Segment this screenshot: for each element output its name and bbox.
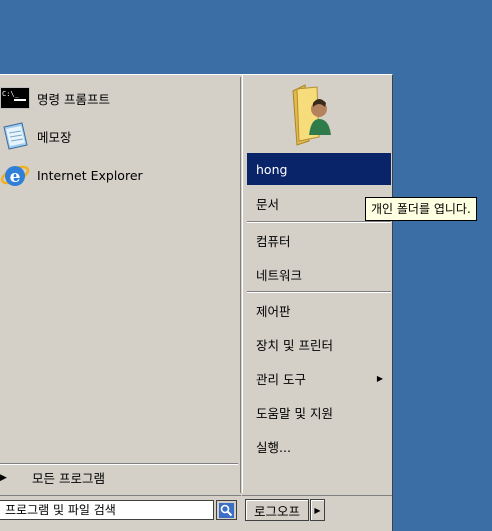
- triangle-right-icon: ▶: [314, 505, 321, 515]
- item-label: 장치 및 프린터: [256, 337, 333, 353]
- program-label: 명령 프롬프트: [37, 91, 110, 107]
- help-support-item[interactable]: 도움말 및 지원: [247, 396, 391, 428]
- network-item[interactable]: 네트워크: [247, 258, 391, 290]
- user-folder-item[interactable]: hong: [247, 153, 391, 185]
- search-row: 프로그램 및 파일 검색: [0, 495, 241, 531]
- admin-tools-item[interactable]: 관리 도구 ▶: [247, 362, 391, 394]
- search-button[interactable]: [216, 500, 237, 520]
- pane-divider: [240, 77, 241, 493]
- program-label: 메모장: [37, 129, 72, 145]
- search-input[interactable]: 프로그램 및 파일 검색: [0, 500, 214, 520]
- internet-explorer-icon: e: [0, 160, 30, 190]
- program-internet-explorer[interactable]: e Internet Explorer: [0, 158, 238, 192]
- command-prompt-icon: C:\_: [0, 83, 30, 113]
- program-label: Internet Explorer: [37, 167, 143, 183]
- svg-text:C:\_: C:\_: [2, 90, 20, 98]
- user-name-label: hong: [256, 161, 288, 177]
- program-command-prompt[interactable]: C:\_ 명령 프롬프트: [0, 81, 238, 115]
- control-panel-item[interactable]: 제어판: [247, 294, 391, 326]
- program-notepad[interactable]: 메모장: [0, 119, 238, 153]
- logoff-row: 로그오프 ▶: [242, 495, 392, 531]
- logoff-options-button[interactable]: ▶: [310, 499, 325, 521]
- all-programs-button[interactable]: ▶ 모든 프로그램: [0, 463, 238, 491]
- svg-text:e: e: [10, 167, 21, 187]
- item-label: 제어판: [256, 303, 291, 319]
- item-label: 컴퓨터: [256, 233, 291, 249]
- places-pane: hong 문서 컴퓨터 네트워크 제어판 장치 및 프린터 관리 도구 ▶ 도움…: [242, 75, 392, 493]
- user-folder-picture[interactable]: [283, 79, 343, 147]
- item-label: 실행...: [256, 439, 291, 455]
- run-item[interactable]: 실행...: [247, 430, 391, 462]
- triangle-right-icon: ▶: [0, 472, 7, 483]
- item-label: 네트워크: [256, 267, 303, 283]
- computer-item[interactable]: 컴퓨터: [247, 224, 391, 256]
- item-label: 관리 도구: [256, 371, 306, 387]
- item-label: 도움말 및 지원: [256, 405, 333, 421]
- tooltip: 개인 폴더를 엽니다.: [365, 197, 477, 221]
- programs-pane: C:\_ 명령 프롬프트 메모장 e Internet Explorer ▶ 모…: [0, 75, 241, 493]
- search-icon: [219, 502, 234, 518]
- triangle-right-icon: ▶: [376, 373, 383, 383]
- separator: [247, 221, 391, 223]
- devices-printers-item[interactable]: 장치 및 프린터: [247, 328, 391, 360]
- logoff-button[interactable]: 로그오프: [245, 499, 309, 521]
- separator: [247, 291, 391, 293]
- item-label: 문서: [256, 196, 280, 212]
- all-programs-label: 모든 프로그램: [32, 471, 105, 486]
- start-menu: C:\_ 명령 프롬프트 메모장 e Internet Explorer ▶ 모…: [0, 74, 393, 531]
- notepad-icon: [0, 121, 30, 151]
